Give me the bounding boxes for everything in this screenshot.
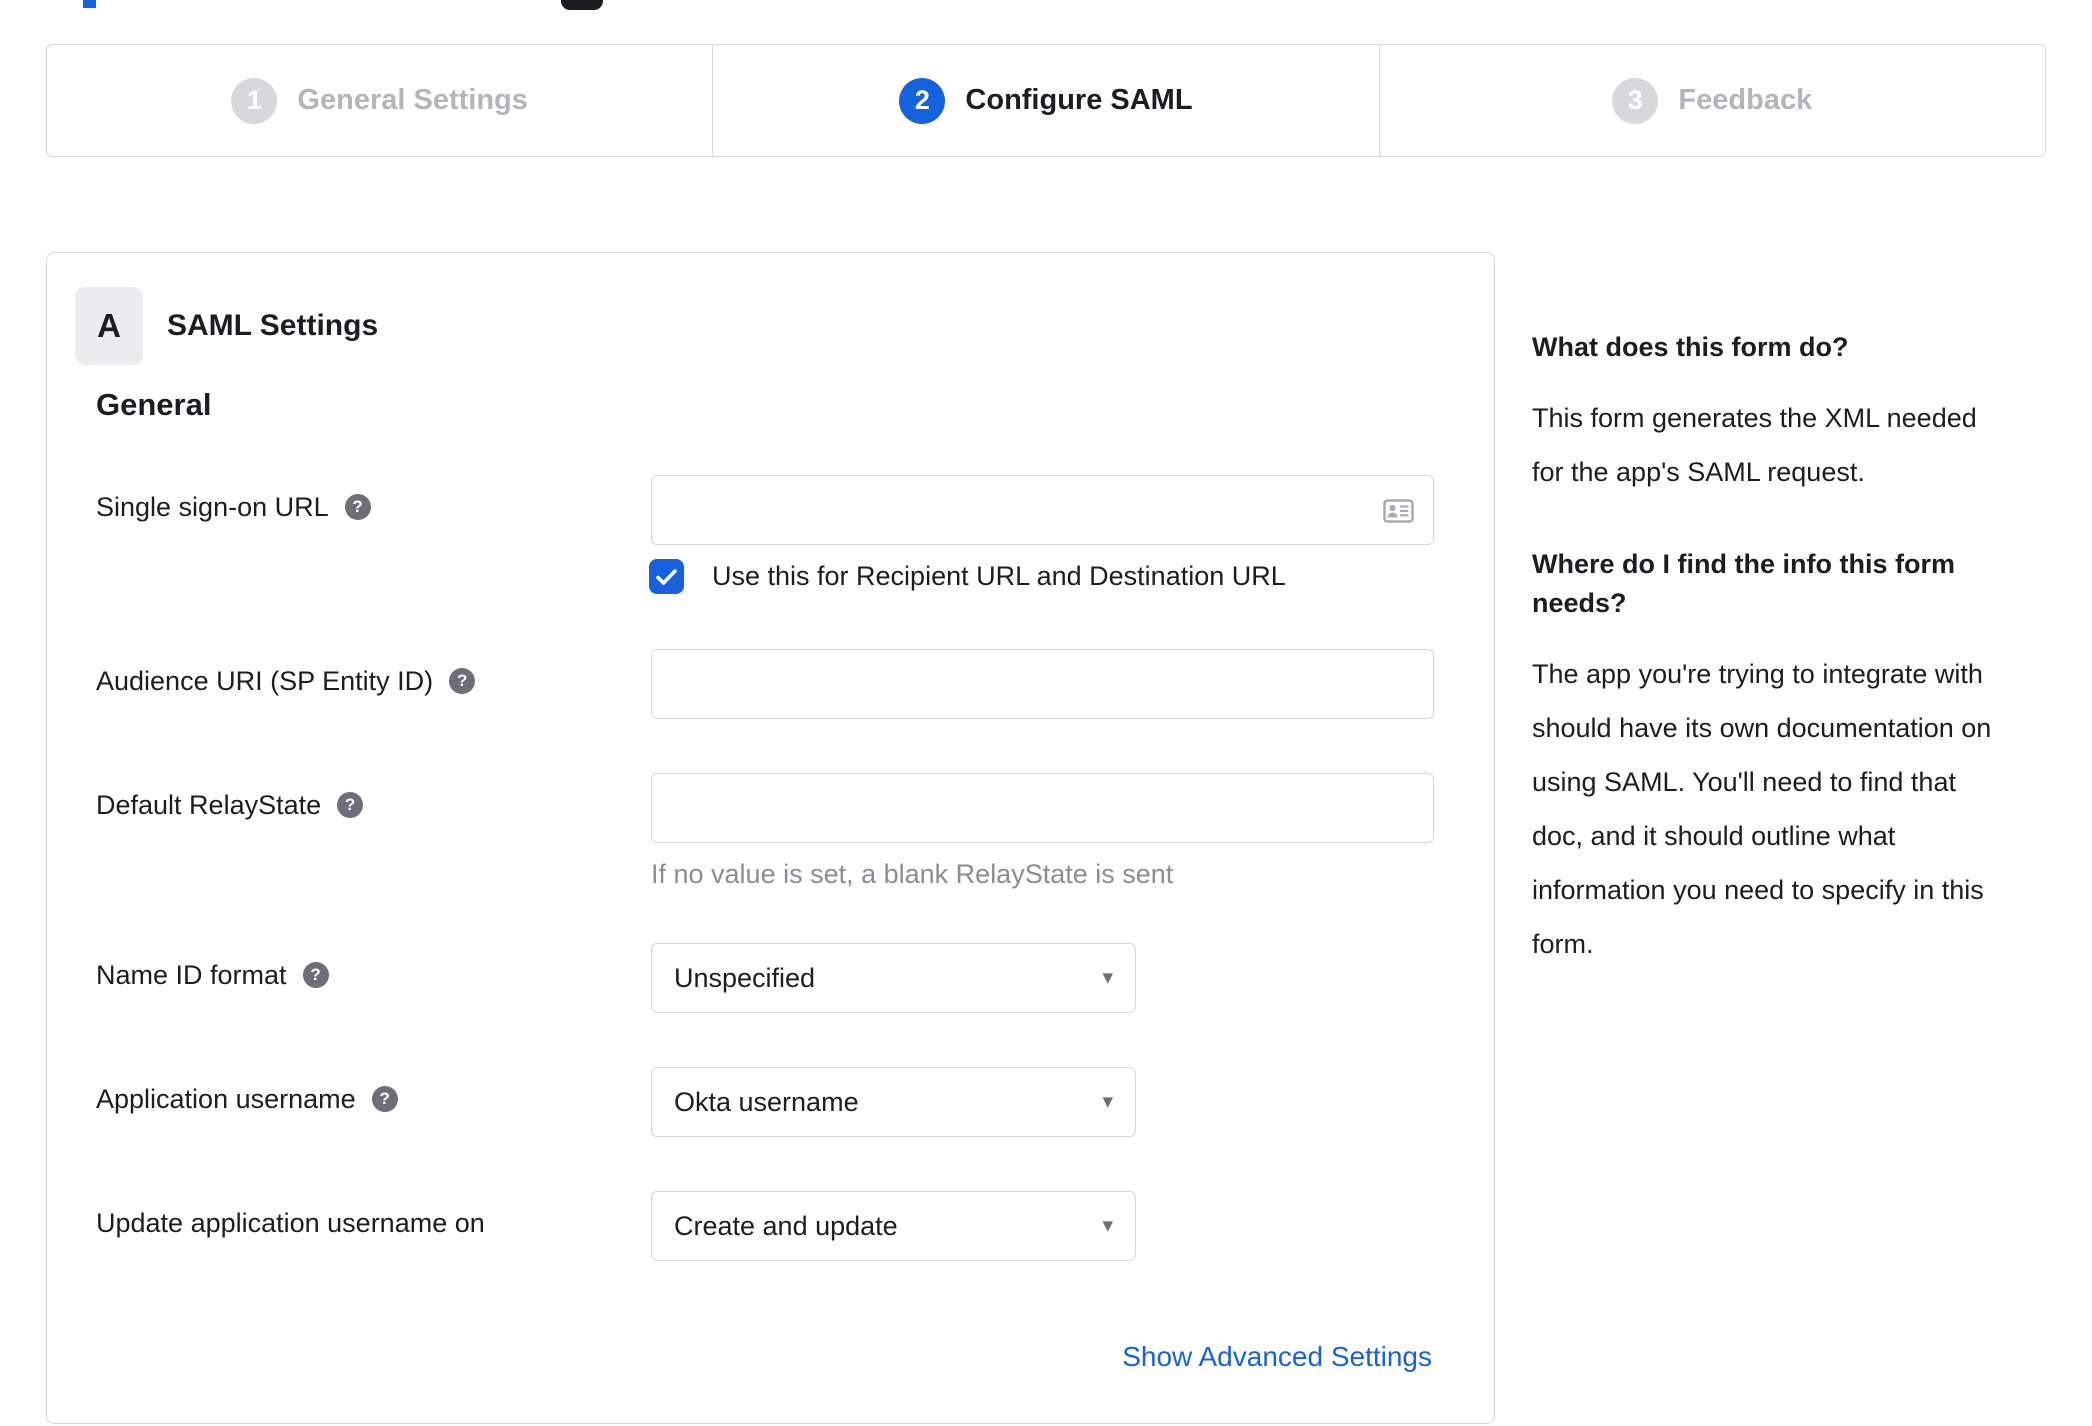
default-relaystate-hint: If no value is set, a blank RelayState i… xyxy=(651,859,1174,889)
step-1-number-badge: 1 xyxy=(231,77,278,124)
default-relaystate-input-wrap: If no value is set, a blank RelayState i… xyxy=(651,773,1434,890)
general-group-title: General xyxy=(96,387,212,422)
help-icon[interactable]: ? xyxy=(344,494,371,520)
default-relaystate-label: Default RelayState xyxy=(96,789,322,820)
section-a-badge: A xyxy=(75,287,143,365)
single-sign-on-url-row: Single sign-on URL ? xyxy=(96,475,1434,545)
checkmark-icon xyxy=(656,568,677,585)
help-icon[interactable]: ? xyxy=(337,792,364,818)
help-sidebar: What does this form do? This form genera… xyxy=(1532,328,2052,1017)
chevron-down-icon: ▾ xyxy=(1102,1090,1113,1113)
recipient-url-checkbox-row: Use this for Recipient URL and Destinati… xyxy=(649,559,1286,594)
application-username-select[interactable]: Okta username ▾ xyxy=(651,1067,1136,1137)
name-id-format-select[interactable]: Unspecified ▾ xyxy=(651,943,1136,1013)
contact-card-icon[interactable] xyxy=(1383,499,1414,523)
sidebar-body-where: The app you're trying to integrate with … xyxy=(1532,659,1992,960)
step-1-label: General Settings xyxy=(297,84,528,116)
sidebar-heading-where: Where do I find the info this form needs… xyxy=(1532,549,1955,619)
help-icon[interactable]: ? xyxy=(302,962,329,988)
default-relaystate-label-cell: Default RelayState ? xyxy=(96,773,651,837)
name-id-format-row: Name ID format ? Unspecified ▾ xyxy=(96,943,1136,1013)
update-application-username-value: Create and update xyxy=(674,1210,898,1241)
default-relaystate-row: Default RelayState ? If no value is set,… xyxy=(96,773,1434,890)
application-username-row: Application username ? Okta username ▾ xyxy=(96,1067,1136,1137)
step-configure-saml[interactable]: 2 Configure SAML xyxy=(712,45,1378,156)
show-advanced-settings-link[interactable]: Show Advanced Settings xyxy=(1122,1341,1432,1373)
recipient-url-checkbox[interactable] xyxy=(649,559,684,594)
chevron-down-icon: ▾ xyxy=(1102,966,1113,989)
audience-uri-label: Audience URI (SP Entity ID) xyxy=(96,665,434,696)
sidebar-heading-what: What does this form do? xyxy=(1532,332,1849,362)
update-application-username-label-cell: Update application username on xyxy=(96,1191,651,1255)
audience-uri-label-cell: Audience URI (SP Entity ID) ? xyxy=(96,649,651,713)
sidebar-body-what: This form generates the XML needed for t… xyxy=(1532,403,1977,488)
help-icon[interactable]: ? xyxy=(449,668,476,694)
configure-saml-page: { "colors": { "accent_blue": "#1662dd", … xyxy=(0,0,2092,1426)
update-application-username-label: Update application username on xyxy=(96,1207,485,1238)
step-3-label: Feedback xyxy=(1678,84,1813,116)
step-2-label: Configure SAML xyxy=(965,84,1193,116)
application-username-value: Okta username xyxy=(674,1086,859,1117)
step-feedback[interactable]: 3 Feedback xyxy=(1378,45,2045,156)
saml-settings-header: A SAML Settings xyxy=(75,287,378,365)
single-sign-on-url-label: Single sign-on URL xyxy=(96,491,329,522)
saml-settings-card: A SAML Settings General Single sign-on U… xyxy=(46,252,1495,1424)
name-id-format-label: Name ID format xyxy=(96,959,287,990)
wizard-stepper: 1 General Settings 2 Configure SAML 3 Fe… xyxy=(46,44,2046,157)
single-sign-on-url-input-wrap xyxy=(651,475,1434,545)
name-id-format-label-cell: Name ID format ? xyxy=(96,943,651,1007)
audience-uri-row: Audience URI (SP Entity ID) ? xyxy=(96,649,1434,719)
step-general-settings[interactable]: 1 General Settings xyxy=(47,45,712,156)
step-3-number-badge: 3 xyxy=(1612,77,1659,124)
update-application-username-select[interactable]: Create and update ▾ xyxy=(651,1191,1136,1261)
single-sign-on-url-input[interactable] xyxy=(651,475,1434,545)
page-top-dark-fragment xyxy=(561,0,603,10)
update-application-username-row: Update application username on Create an… xyxy=(96,1191,1136,1261)
audience-uri-input-wrap xyxy=(651,649,1434,719)
section-title: SAML Settings xyxy=(167,309,379,342)
application-username-label-cell: Application username ? xyxy=(96,1067,651,1131)
single-sign-on-url-label-cell: Single sign-on URL ? xyxy=(96,475,651,539)
audience-uri-input[interactable] xyxy=(651,649,1434,719)
help-icon[interactable]: ? xyxy=(371,1086,398,1112)
page-top-blue-fragment xyxy=(83,0,96,8)
step-2-number-badge: 2 xyxy=(899,77,946,124)
application-username-label: Application username xyxy=(96,1083,356,1114)
recipient-url-checkbox-label: Use this for Recipient URL and Destinati… xyxy=(712,561,1286,591)
default-relaystate-input[interactable] xyxy=(651,773,1434,843)
chevron-down-icon: ▾ xyxy=(1102,1214,1113,1237)
name-id-format-value: Unspecified xyxy=(674,962,816,993)
